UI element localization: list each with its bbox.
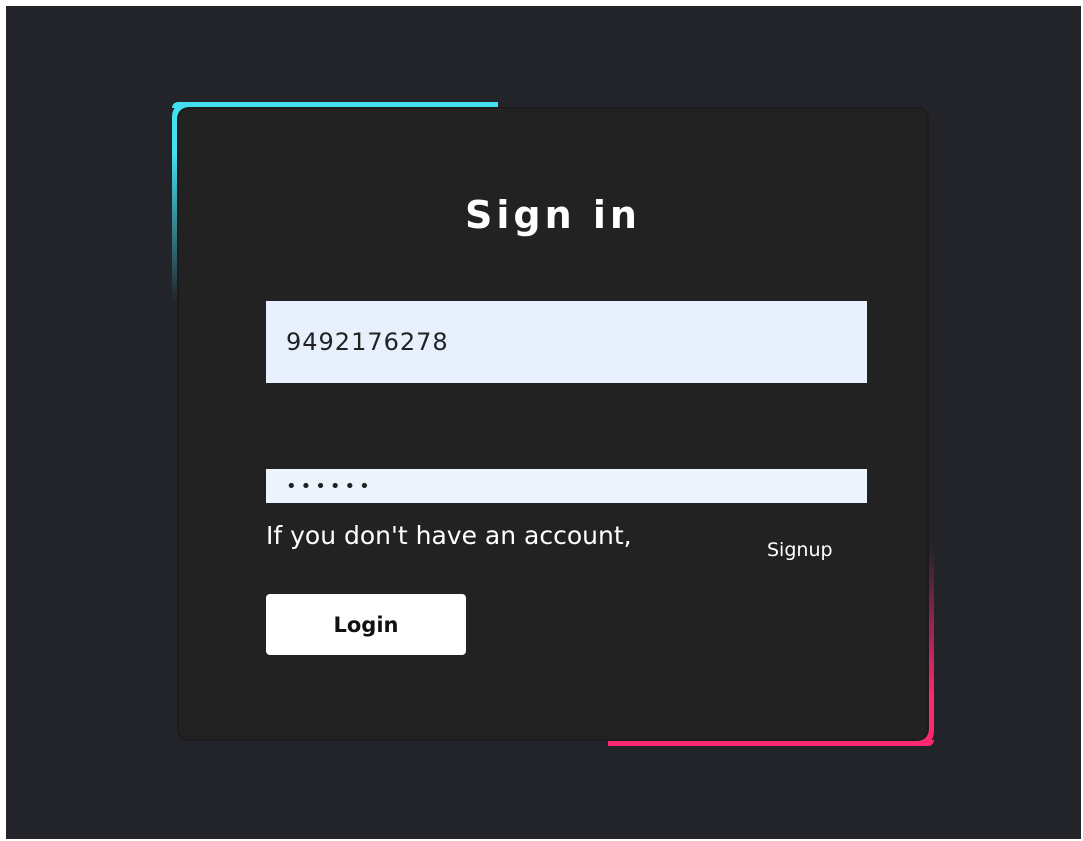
pink-border-accent-bottom [608,740,934,746]
login-button[interactable]: Login [266,594,466,655]
page-background: Sign in If you don't have an account, Si… [6,6,1081,839]
signin-card-frame: Sign in If you don't have an account, Si… [172,102,934,746]
password-input[interactable] [266,469,867,503]
page-title: Sign in [465,193,641,237]
signup-link[interactable]: Signup [767,539,833,561]
cyan-border-accent-top [172,102,498,108]
signup-prompt-text: If you don't have an account, [266,521,632,550]
signin-card: Sign in If you don't have an account, Si… [179,109,927,739]
phone-input[interactable] [266,301,867,383]
